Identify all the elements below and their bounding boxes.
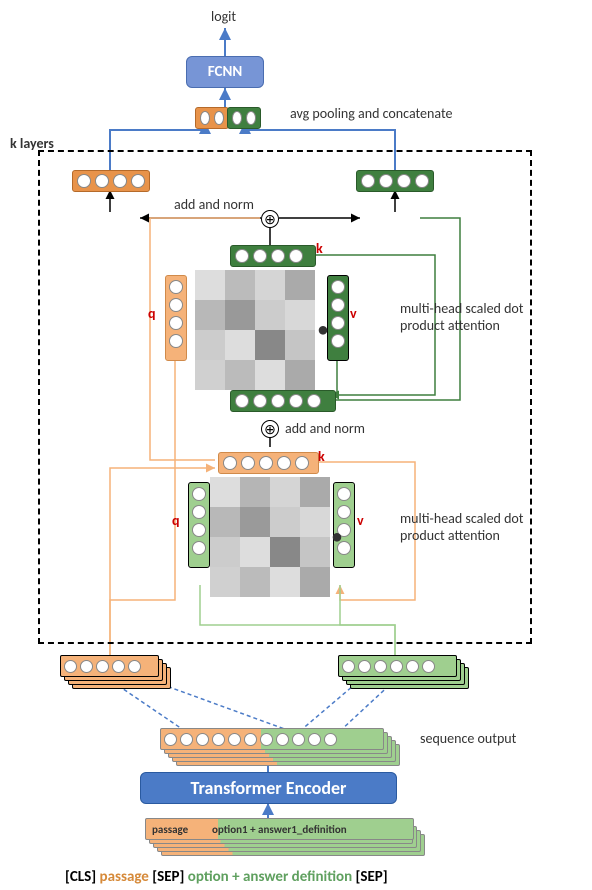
- lower-dot: •: [332, 525, 342, 549]
- upper-k-label: k: [316, 240, 323, 257]
- seqout-label: sequence output: [420, 730, 516, 747]
- lower-attn-label: multi-head scaled dot product attention: [400, 510, 530, 544]
- fcnn-box: FCNN: [186, 56, 264, 88]
- addnorm-upper-label: add and norm: [174, 196, 254, 213]
- pool-label: avg pooling and concatenate: [290, 105, 452, 122]
- caption: [CLS] passage [SEP] option + answer defi…: [65, 868, 388, 886]
- passage-out-bar: [72, 170, 150, 192]
- sep1-token: [SEP]: [149, 868, 188, 886]
- plus-lower: ⊕: [261, 420, 279, 438]
- lower-attn-matrix: [210, 477, 330, 597]
- lower-q-label: q: [172, 512, 180, 529]
- option-out-bar: [356, 170, 434, 192]
- caption-passage: passage: [100, 868, 149, 886]
- encoder-box: Transformer Encoder: [140, 772, 397, 804]
- mid-green-bar: [230, 390, 336, 412]
- upper-dot: •: [318, 318, 328, 342]
- lower-k-label: k: [318, 448, 325, 465]
- sep2-token: [SEP]: [352, 868, 388, 886]
- upper-q-label: q: [148, 305, 156, 322]
- input-passage-seg: passage: [152, 823, 212, 836]
- logit-label: logit: [211, 8, 236, 25]
- upper-attn-matrix: [195, 270, 315, 390]
- cls-token: [CLS]: [65, 868, 100, 886]
- concat-passage-bar: [195, 107, 229, 129]
- upper-attn-label: multi-head scaled dot product attention: [400, 300, 530, 334]
- upper-k-bar: [230, 245, 316, 267]
- plus-upper: ⊕: [261, 210, 279, 228]
- upper-q-vbar: [165, 275, 187, 361]
- input-option-seg: option1 + answer1_definition: [212, 823, 347, 836]
- upper-v-vbar: [327, 275, 349, 361]
- lower-q-vbar: [188, 482, 210, 568]
- upper-v-label: v: [350, 305, 357, 322]
- lower-k-bar: [218, 452, 319, 474]
- caption-option: option + answer definition: [188, 868, 352, 886]
- lower-v-label: v: [357, 512, 364, 529]
- addnorm-lower-label: add and norm: [285, 420, 365, 437]
- concat-option-bar: [227, 107, 261, 129]
